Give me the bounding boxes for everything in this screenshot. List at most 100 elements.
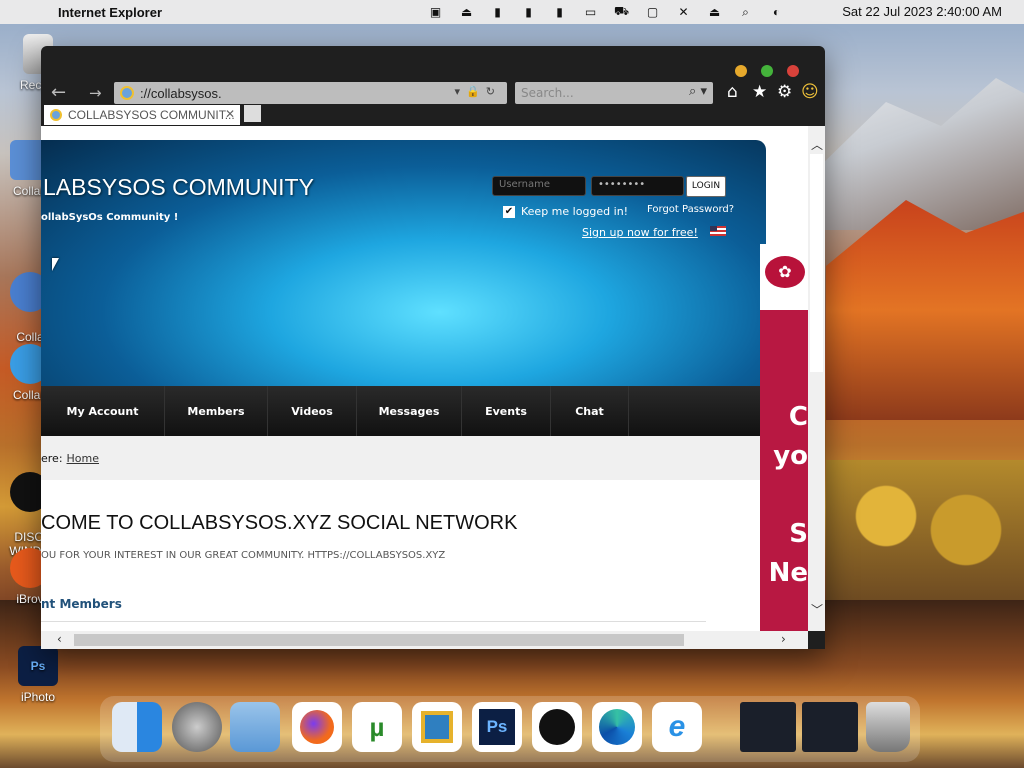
photoshop-logo-icon: Ps [479, 709, 515, 745]
mute-icon[interactable]: ✕ [668, 5, 699, 19]
ad-line [760, 476, 808, 515]
username-input[interactable]: Username [492, 176, 586, 196]
recent-members-heading: nt Members [41, 597, 122, 611]
dropdown-icon[interactable]: ▾ [455, 86, 467, 98]
side-ad[interactable]: ✿ C yo S Ne [760, 244, 808, 631]
dock-minimized-window-1[interactable] [740, 702, 796, 752]
address-text: ://collabsysos. [140, 85, 222, 101]
home-icon[interactable]: ⌂ [727, 82, 738, 102]
browser-window: ← → ://collabsysos. ▾🔒↻ Search... ⌕ ▾ ⌂ … [41, 46, 825, 649]
ad-line: Ne [768, 558, 808, 588]
refresh-icon[interactable]: ↻ [486, 86, 501, 98]
keep-logged-in[interactable]: ✔ Keep me logged in! [503, 205, 628, 218]
breadcrumb: ere: Home [41, 436, 760, 480]
address-tools: ▾🔒↻ [455, 85, 501, 98]
desktop-icon-label: iPhoto [20, 690, 56, 704]
vertical-scrollbar[interactable]: ︿ ﹀ [808, 126, 825, 631]
search-icon[interactable]: ⌕ [730, 5, 761, 20]
ad-line: C [788, 402, 808, 432]
wallpaper-mountain [820, 78, 1024, 230]
dock-photoshop-icon[interactable]: Ps [472, 702, 522, 752]
back-arrow-icon[interactable]: ← [51, 82, 66, 103]
memory-meter-icon[interactable]: ▮ [482, 5, 513, 19]
horizontal-scrollbar[interactable]: ‹ › [41, 631, 808, 649]
nav-videos[interactable]: Videos [268, 386, 357, 436]
dock-apple-icon[interactable] [532, 702, 582, 752]
archive-logo-icon [421, 711, 453, 743]
dock-launchpad-icon[interactable] [172, 702, 222, 752]
ssd-meter-icon[interactable]: ▮ [513, 5, 544, 19]
horizontal-scroll-thumb[interactable] [74, 634, 684, 646]
edge-logo-icon [599, 709, 635, 745]
dock-archive-icon[interactable] [412, 702, 462, 752]
keep-logged-in-checkbox[interactable]: ✔ [503, 205, 515, 218]
forward-arrow-icon[interactable]: → [89, 84, 102, 102]
breadcrumb-prefix: ere: [41, 452, 63, 465]
firefox-logo-icon [300, 710, 334, 744]
wallpaper-autumn-hill [826, 200, 1024, 420]
desktop-icon-label: iBrov [16, 592, 44, 606]
active-app-name[interactable]: Internet Explorer [58, 5, 162, 20]
nav-my-account[interactable]: My Account [41, 386, 165, 436]
cpu-meter-icon[interactable]: ▮ [544, 5, 575, 19]
breadcrumb-text: ere: Home [41, 452, 99, 465]
divider [41, 621, 706, 622]
ie-favicon-icon [120, 86, 134, 100]
vertical-scroll-thumb[interactable] [810, 154, 823, 372]
nav-messages[interactable]: Messages [357, 386, 462, 436]
settings-gear-icon[interactable]: ⚙ [777, 82, 792, 102]
car-icon[interactable]: ⛟ [606, 4, 637, 20]
scroll-right-icon[interactable]: › [781, 632, 786, 646]
breadcrumb-home-link[interactable]: Home [67, 452, 99, 465]
page-viewport: LABSYSOS COMMUNITY ollabSysOs Community … [41, 126, 808, 631]
new-tab-button[interactable] [244, 105, 261, 122]
scroll-left-icon[interactable]: ‹ [57, 632, 62, 646]
menu-clock[interactable]: Sat 22 Jul 2023 2:40:00 AM [842, 4, 1002, 19]
ad-line: yo [773, 441, 808, 471]
scroll-down-icon[interactable]: ﹀ [811, 601, 823, 618]
lock-icon[interactable]: 🔒 [466, 86, 486, 98]
favorites-star-icon[interactable]: ★ [752, 82, 767, 102]
search-dropdown-icon[interactable]: ▾ [700, 84, 707, 99]
dock-trash-icon[interactable] [866, 702, 910, 752]
tab-close-icon[interactable]: ✕ [225, 107, 235, 121]
dock-edge-icon[interactable] [592, 702, 642, 752]
site-nav-menu: My Account Members Videos Messages Event… [41, 386, 760, 436]
dock-ie-icon[interactable]: e [652, 702, 702, 752]
tab-title: COLLABSYSOS COMMUNIT... [68, 108, 235, 122]
nav-members[interactable]: Members [165, 386, 268, 436]
search-magnifier-icon[interactable]: ⌕ [689, 84, 696, 99]
status-icons: ▣ ⏏ ▮ ▮ ▮ ▭ ⛟ ▢ ✕ ⏏ ⌕ ◐ [420, 0, 792, 24]
tab-active[interactable]: COLLABSYSOS COMMUNIT... ✕ [44, 105, 240, 125]
apple-logo-icon [539, 709, 575, 745]
display-icon[interactable]: ▢ [637, 5, 668, 19]
dock-folder-icon[interactable] [230, 702, 280, 752]
feedback-smiley-icon[interactable]: ☺ [801, 82, 819, 102]
dock-utorrent-icon[interactable]: µ [352, 702, 402, 752]
search-box[interactable]: Search... ⌕ ▾ [515, 82, 713, 104]
nav-events[interactable]: Events [462, 386, 551, 436]
forgot-password-link[interactable]: Forgot Password? [647, 204, 734, 215]
scroll-up-icon[interactable]: ︿ [811, 136, 823, 153]
battery-icon[interactable]: ▭ [575, 5, 606, 19]
desktop-icon-iphoto[interactable]: Ps iPhoto [8, 646, 68, 704]
search-tools: ⌕ ▾ [689, 84, 707, 99]
signup-link[interactable]: Sign up now for free! [582, 226, 698, 239]
login-button[interactable]: LOGIN [686, 176, 726, 197]
mouse-pointer-icon [52, 258, 59, 271]
site-banner: LABSYSOS COMMUNITY ollabSysOs Community … [41, 140, 766, 386]
ad-logo-icon: ✿ [765, 256, 805, 288]
photoshop-shortcut-icon: Ps [18, 646, 58, 686]
control-center-icon[interactable]: ◐ [761, 5, 792, 19]
eject-icon[interactable]: ⏏ [699, 5, 730, 19]
monitor-icon[interactable]: ▣ [420, 5, 451, 19]
dock-minimized-window-2[interactable] [802, 702, 858, 752]
nav-chat[interactable]: Chat [551, 386, 629, 436]
keep-logged-in-label: Keep me logged in! [521, 205, 629, 218]
address-bar[interactable]: ://collabsysos. ▾🔒↻ [114, 82, 507, 104]
eject-circle-icon[interactable]: ⏏ [451, 5, 482, 19]
dock-firefox-icon[interactable] [292, 702, 342, 752]
us-flag-icon[interactable] [710, 226, 726, 236]
dock-finder-icon[interactable] [112, 702, 162, 752]
password-input[interactable]: •••••••• [591, 176, 684, 196]
